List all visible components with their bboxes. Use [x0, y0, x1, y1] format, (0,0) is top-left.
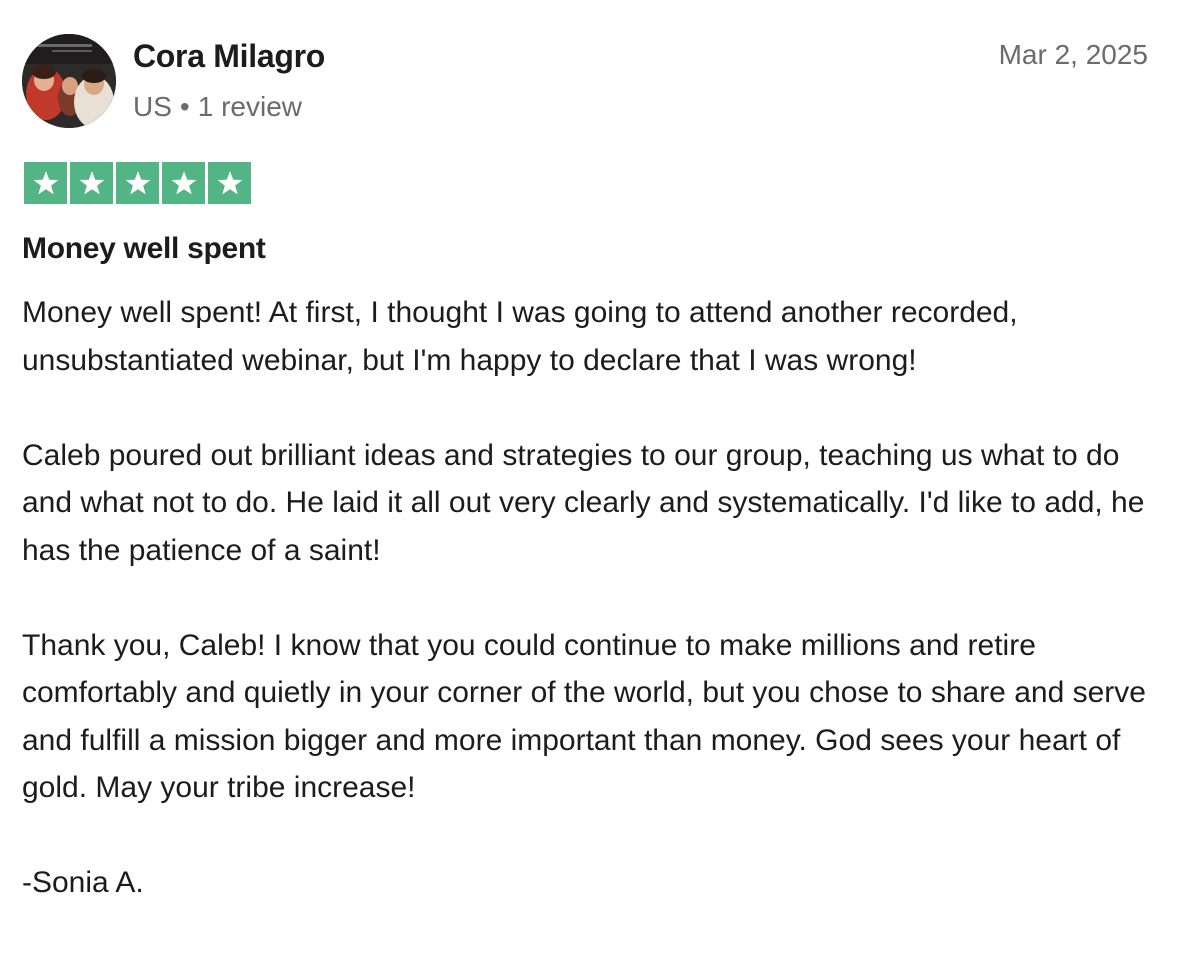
avatar[interactable] [22, 34, 116, 128]
star-icon [70, 162, 113, 204]
review-title[interactable]: Money well spent [22, 232, 266, 266]
review-paragraph: Caleb poured out brilliant ideas and str… [22, 438, 1145, 567]
review-body: Money well spent! At first, I thought I … [22, 289, 1172, 907]
meta-separator: • [179, 91, 190, 122]
reviewer-country: US [133, 91, 172, 122]
star-icon [162, 162, 205, 204]
review-paragraph: Thank you, Caleb! I know that you could … [22, 628, 1146, 805]
star-icon [208, 162, 251, 204]
reviewer-meta: US • 1 review [133, 91, 302, 123]
star-icon [24, 162, 67, 204]
star-rating [24, 162, 251, 204]
review-signature: -Sonia A. [22, 866, 144, 899]
star-icon [116, 162, 159, 204]
review-paragraph: Money well spent! At first, I thought I … [22, 296, 1018, 377]
review-card: Cora Milagro US • 1 review Mar 2, 2025 Mon… [0, 0, 1200, 978]
reviewer-review-count[interactable]: 1 review [198, 91, 302, 122]
review-date: Mar 2, 2025 [998, 39, 1148, 70]
reviewer-name[interactable]: Cora Milagro [133, 38, 325, 75]
profile-photo-icon [22, 34, 116, 128]
